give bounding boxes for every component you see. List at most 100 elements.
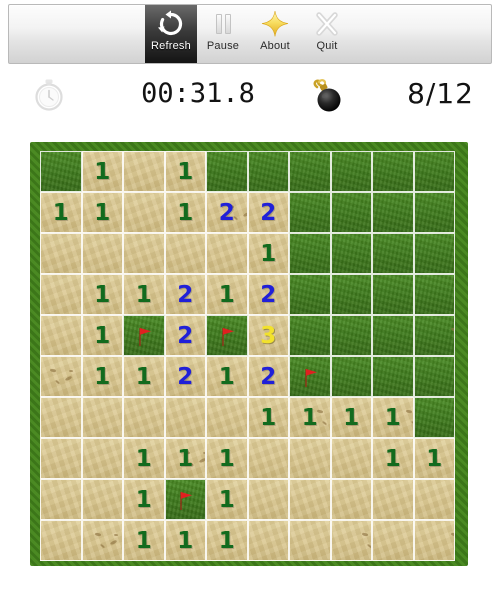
cell-r7-c9-number-1[interactable]: 1 xyxy=(372,397,414,438)
cell-r3-c2-empty[interactable] xyxy=(81,233,123,274)
cell-r8-c7-empty[interactable] xyxy=(289,438,331,479)
cell-r9-c2-empty[interactable] xyxy=(81,479,123,520)
cell-r2-c8-covered[interactable] xyxy=(330,192,372,233)
cell-r4-c5-number-1[interactable]: 1 xyxy=(206,274,248,315)
cell-r7-c10-covered[interactable] xyxy=(413,397,455,438)
cell-r4-c9-covered[interactable] xyxy=(372,274,414,315)
cell-r7-c1-empty[interactable] xyxy=(40,397,82,438)
cell-r6-c5-number-1[interactable]: 1 xyxy=(206,356,248,397)
cell-r10-c3-number-1[interactable]: 1 xyxy=(123,520,165,561)
cell-r4-c6-number-2[interactable]: 2 xyxy=(247,274,289,315)
cell-r2-c2-number-1[interactable]: 1 xyxy=(81,192,123,233)
cell-r5-c4-number-2[interactable]: 2 xyxy=(164,315,206,356)
cell-r9-c7-empty[interactable] xyxy=(289,479,331,520)
cell-r6-c8-covered[interactable] xyxy=(330,356,372,397)
cell-r1-c1-covered[interactable] xyxy=(40,151,82,192)
cell-r8-c2-empty[interactable] xyxy=(81,438,123,479)
cell-r2-c1-number-1[interactable]: 1 xyxy=(40,192,82,233)
cell-r5-c10-covered[interactable] xyxy=(413,315,455,356)
cell-r6-c3-number-1[interactable]: 1 xyxy=(123,356,165,397)
cell-r6-c2-number-1[interactable]: 1 xyxy=(81,356,123,397)
cell-r8-c4-number-1[interactable]: 1 xyxy=(164,438,206,479)
cell-r4-c3-number-1[interactable]: 1 xyxy=(123,274,165,315)
cell-r6-c6-number-2[interactable]: 2 xyxy=(247,356,289,397)
cell-r4-c1-empty[interactable] xyxy=(40,274,82,315)
cell-r5-c1-empty[interactable] xyxy=(40,315,82,356)
cell-r7-c6-number-1[interactable]: 1 xyxy=(247,397,289,438)
cell-r7-c8-number-1[interactable]: 1 xyxy=(330,397,372,438)
cell-r2-c10-covered[interactable] xyxy=(413,192,455,233)
cell-r3-c8-covered[interactable] xyxy=(330,233,372,274)
cell-r5-c8-covered[interactable] xyxy=(330,315,372,356)
cell-r3-c3-empty[interactable] xyxy=(123,233,165,274)
cell-r3-c1-empty[interactable] xyxy=(40,233,82,274)
cell-r6-c4-number-2[interactable]: 2 xyxy=(164,356,206,397)
cell-r8-c5-number-1[interactable]: 1 xyxy=(206,438,248,479)
cell-r7-c2-empty[interactable] xyxy=(81,397,123,438)
cell-r1-c2-number-1[interactable]: 1 xyxy=(81,151,123,192)
refresh-button[interactable]: Refresh xyxy=(145,5,197,63)
cell-r7-c5-empty[interactable] xyxy=(206,397,248,438)
cell-r7-c4-empty[interactable] xyxy=(164,397,206,438)
cell-r5-c6-number-3[interactable]: 3 xyxy=(247,315,289,356)
cell-r2-c7-covered[interactable] xyxy=(289,192,331,233)
about-button[interactable]: About xyxy=(249,5,301,63)
cell-r4-c2-number-1[interactable]: 1 xyxy=(81,274,123,315)
cell-r5-c5-flagged[interactable] xyxy=(206,315,248,356)
cell-r6-c7-flagged[interactable] xyxy=(289,356,331,397)
cell-r4-c8-covered[interactable] xyxy=(330,274,372,315)
cell-r9-c5-number-1[interactable]: 1 xyxy=(206,479,248,520)
cell-r8-c3-number-1[interactable]: 1 xyxy=(123,438,165,479)
cell-r10-c9-empty[interactable] xyxy=(372,520,414,561)
cell-r2-c3-empty[interactable] xyxy=(123,192,165,233)
cell-r2-c5-number-2[interactable]: 2 xyxy=(206,192,248,233)
pause-button[interactable]: Pause xyxy=(197,5,249,63)
cell-r1-c7-covered[interactable] xyxy=(289,151,331,192)
cell-r8-c6-empty[interactable] xyxy=(247,438,289,479)
cell-r8-c8-empty[interactable] xyxy=(330,438,372,479)
cell-r3-c7-covered[interactable] xyxy=(289,233,331,274)
cell-r1-c8-covered[interactable] xyxy=(330,151,372,192)
cell-r6-c10-covered[interactable] xyxy=(413,356,455,397)
cell-r8-c9-number-1[interactable]: 1 xyxy=(372,438,414,479)
cell-r4-c10-covered[interactable] xyxy=(413,274,455,315)
cell-r7-c7-number-1[interactable]: 1 xyxy=(289,397,331,438)
cell-r5-c2-number-1[interactable]: 1 xyxy=(81,315,123,356)
cell-r10-c1-empty[interactable] xyxy=(40,520,82,561)
cell-r4-c7-covered[interactable] xyxy=(289,274,331,315)
cell-r10-c2-empty[interactable] xyxy=(81,520,123,561)
cell-r5-c7-covered[interactable] xyxy=(289,315,331,356)
cell-r3-c9-covered[interactable] xyxy=(372,233,414,274)
minesweeper-grid[interactable]: 11111221112121231121211111111111111 xyxy=(36,147,462,561)
cell-r2-c9-covered[interactable] xyxy=(372,192,414,233)
cell-r1-c5-covered[interactable] xyxy=(206,151,248,192)
cell-r10-c7-empty[interactable] xyxy=(289,520,331,561)
cell-r6-c9-covered[interactable] xyxy=(372,356,414,397)
cell-r3-c5-empty[interactable] xyxy=(206,233,248,274)
cell-r10-c10-empty[interactable] xyxy=(413,520,455,561)
cell-r1-c4-number-1[interactable]: 1 xyxy=(164,151,206,192)
cell-r5-c9-covered[interactable] xyxy=(372,315,414,356)
cell-r6-c1-empty[interactable] xyxy=(40,356,82,397)
cell-r4-c4-number-2[interactable]: 2 xyxy=(164,274,206,315)
cell-r9-c1-empty[interactable] xyxy=(40,479,82,520)
cell-r9-c4-flagged[interactable] xyxy=(164,479,206,520)
cell-r9-c9-empty[interactable] xyxy=(372,479,414,520)
cell-r8-c1-empty[interactable] xyxy=(40,438,82,479)
cell-r9-c10-empty[interactable] xyxy=(413,479,455,520)
cell-r5-c3-flagged[interactable] xyxy=(123,315,165,356)
cell-r3-c4-empty[interactable] xyxy=(164,233,206,274)
cell-r8-c10-number-1[interactable]: 1 xyxy=(413,438,455,479)
cell-r7-c3-empty[interactable] xyxy=(123,397,165,438)
cell-r2-c4-number-1[interactable]: 1 xyxy=(164,192,206,233)
cell-r2-c6-number-2[interactable]: 2 xyxy=(247,192,289,233)
cell-r3-c6-number-1[interactable]: 1 xyxy=(247,233,289,274)
cell-r10-c6-empty[interactable] xyxy=(247,520,289,561)
cell-r9-c6-empty[interactable] xyxy=(247,479,289,520)
cell-r10-c4-number-1[interactable]: 1 xyxy=(164,520,206,561)
cell-r1-c6-covered[interactable] xyxy=(247,151,289,192)
cell-r10-c8-empty[interactable] xyxy=(330,520,372,561)
cell-r9-c3-number-1[interactable]: 1 xyxy=(123,479,165,520)
quit-button[interactable]: Quit xyxy=(301,5,353,63)
cell-r10-c5-number-1[interactable]: 1 xyxy=(206,520,248,561)
